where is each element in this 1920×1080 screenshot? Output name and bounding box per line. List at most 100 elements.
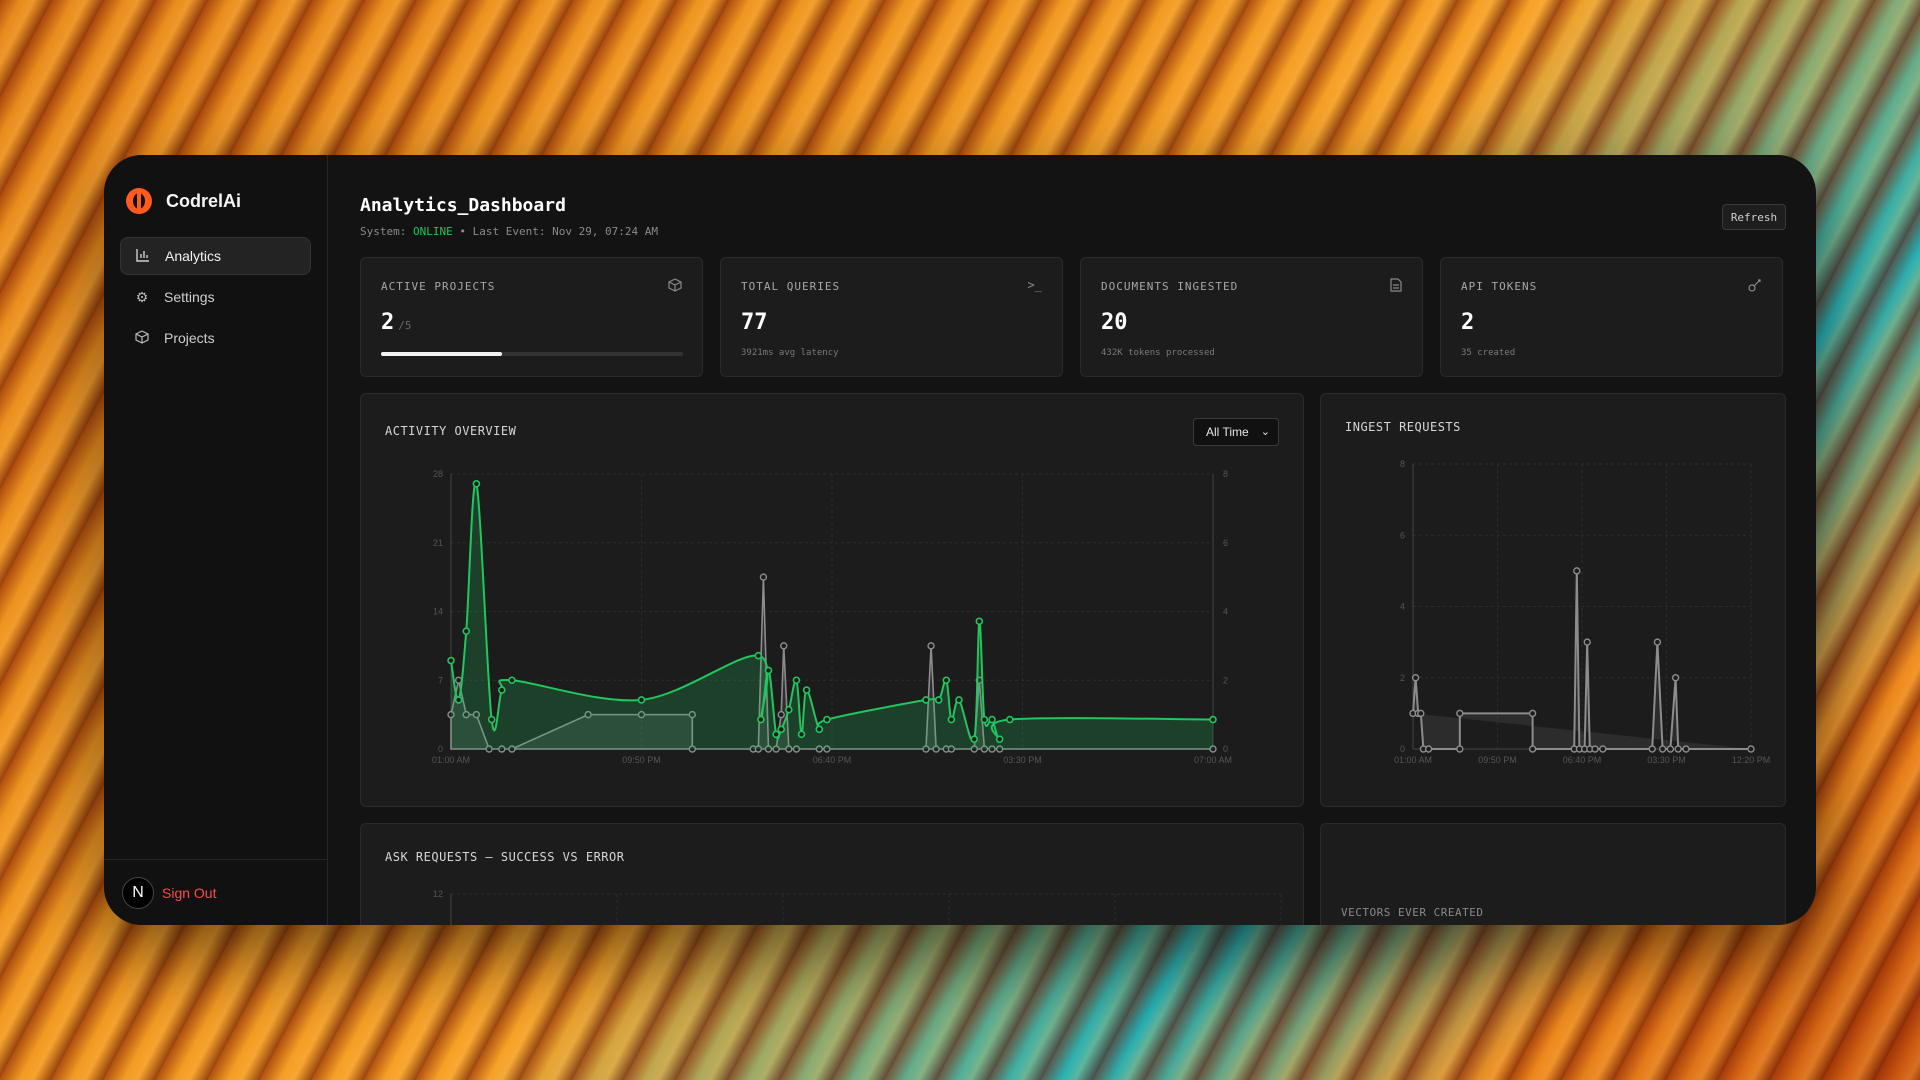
key-icon — [1748, 278, 1762, 295]
data-point-green — [508, 676, 516, 685]
data-point-green — [823, 715, 831, 724]
x-tick-label: 07:00 AM — [1194, 755, 1232, 765]
data-point-green — [947, 715, 956, 724]
data-point-green — [754, 651, 763, 660]
sign-out-link[interactable]: Sign Out — [162, 885, 216, 901]
y-tick-right: 6 — [1223, 538, 1228, 548]
data-point — [1658, 745, 1667, 753]
x-tick-label: 06:40 PM — [1563, 755, 1602, 765]
x-tick-label: 03:30 PM — [1647, 755, 1686, 765]
y-tick-left: 14 — [433, 607, 443, 617]
sidebar-nav: Analytics ⚙ Settings Projects — [104, 237, 327, 357]
x-tick-label: 01:00 AM — [432, 755, 470, 765]
sidebar-item-label: Analytics — [165, 248, 222, 264]
data-point — [1583, 638, 1591, 646]
bar-chart-icon — [135, 248, 151, 265]
x-tick-label: 03:30 PM — [1003, 755, 1042, 765]
active-projects-count: 2 — [381, 310, 395, 335]
data-point — [1653, 638, 1662, 646]
stat-sub: 432K tokens processed — [1101, 348, 1215, 358]
brand-name: CodrelAi — [166, 190, 242, 211]
data-point-green — [988, 715, 996, 724]
data-point — [1456, 745, 1464, 753]
stat-card-projects: ACTIVE PROJECTS 2/5 — [360, 257, 703, 377]
sidebar-item-projects[interactable]: Projects — [120, 319, 311, 357]
data-point-green — [802, 686, 811, 694]
brand: CodrelAi — [104, 155, 327, 225]
project-usage-fill — [381, 352, 502, 356]
data-point-green — [934, 696, 943, 704]
y-tick-left: 0 — [438, 744, 443, 754]
y-tick: 2 — [1400, 673, 1405, 683]
data-point-green — [980, 715, 989, 724]
x-tick-label: 12:20 PM — [1732, 755, 1771, 765]
data-point-green — [955, 696, 963, 704]
data-point-green — [1209, 715, 1217, 724]
y-tick: 6 — [1400, 530, 1405, 540]
avatar[interactable]: N — [122, 876, 154, 909]
data-point-green — [797, 730, 806, 739]
data-point-green — [487, 715, 496, 724]
y-tick: 8 — [1400, 459, 1405, 469]
sidebar-item-label: Projects — [164, 330, 215, 346]
sidebar-item-analytics[interactable]: Analytics — [120, 237, 311, 275]
x-tick-label: 09:50 PM — [1478, 755, 1517, 765]
brand-logo-icon — [126, 188, 152, 214]
data-point-gray — [927, 642, 935, 650]
data-point-green — [942, 676, 951, 685]
y-tick-right: 2 — [1223, 675, 1228, 685]
last-event: • Last Event: Nov 29, 07:24 AM — [459, 225, 659, 238]
data-point-green — [777, 725, 786, 734]
stat-card-tokens: API TOKENS 2 35 created — [1440, 257, 1783, 377]
stat-sub: 35 created — [1461, 348, 1516, 358]
stat-card-documents: DOCUMENTS INGESTED 20 432K tokens proces… — [1080, 257, 1423, 377]
data-point-green — [785, 705, 793, 714]
app-window: CodrelAi Analytics ⚙ Settings Projects N — [104, 155, 1816, 925]
stat-value: 77 — [741, 310, 768, 335]
y-tick-right: 8 — [1223, 469, 1228, 479]
activity-chart: 0 7 14 21 28 0 2 4 6 8 01:00 AM 09:50 PM 06:40 PM 03:… — [432, 469, 1232, 765]
data-point — [1411, 674, 1420, 682]
stat-value: 2 — [1461, 310, 1475, 335]
data-point-green — [498, 686, 506, 694]
ingest-chart: 0 2 4 6 8 01:00 AM 09:50 PM 06:40 PM 03:30 PM 12:… — [1394, 459, 1771, 765]
data-point-green — [995, 735, 1004, 743]
data-point-green — [472, 480, 481, 488]
x-tick-label: 06:40 PM — [813, 755, 852, 765]
page-title: Analytics_Dashboard — [360, 195, 566, 216]
data-point-gray — [780, 642, 788, 650]
x-tick-label: 09:50 PM — [622, 755, 661, 765]
y-tick: 12 — [433, 889, 443, 899]
stat-value: 2/5 — [381, 310, 412, 335]
data-point — [1528, 709, 1537, 718]
data-point — [1456, 709, 1464, 718]
data-point-green — [764, 666, 773, 675]
data-point — [1417, 709, 1425, 718]
refresh-button[interactable]: Refresh — [1722, 204, 1786, 230]
data-point-green — [637, 696, 646, 704]
data-point — [1674, 745, 1682, 753]
data-point-green — [975, 617, 984, 626]
sidebar-item-settings[interactable]: ⚙ Settings — [120, 278, 311, 316]
main-content: Analytics_Dashboard System: ONLINE • Las… — [328, 155, 1816, 925]
panel-ask: ASK REQUESTS — SUCCESS VS ERROR 12 — [360, 823, 1304, 925]
panel-activity: ACTIVITY OVERVIEW All Time ⌄ 0 7 14 21 28 0 2 4… — [360, 393, 1304, 807]
data-point — [1682, 745, 1690, 753]
data-point — [1648, 745, 1656, 753]
data-point-green — [815, 725, 824, 734]
y-tick-right: 4 — [1223, 607, 1228, 617]
data-point-green — [922, 696, 930, 704]
cube-icon — [668, 278, 682, 295]
panel-ingest: INGEST REQUESTS 0 2 4 6 8 01:00 AM 09:50 PM 06:… — [1320, 393, 1786, 807]
data-point-green — [970, 735, 979, 743]
ask-chart: 12 — [433, 889, 1282, 925]
status-prefix: System: — [360, 225, 407, 238]
sidebar: CodrelAi Analytics ⚙ Settings Projects N — [104, 155, 328, 925]
y-tick-left: 28 — [433, 469, 443, 479]
status-line: System: ONLINE • Last Event: Nov 29, 07:… — [360, 225, 658, 238]
stat-value: 20 — [1101, 310, 1128, 335]
panel-title: VECTORS EVER CREATED — [1341, 906, 1484, 919]
data-point — [1747, 745, 1755, 753]
cube-icon — [134, 329, 150, 347]
data-point-green — [1005, 715, 1014, 724]
